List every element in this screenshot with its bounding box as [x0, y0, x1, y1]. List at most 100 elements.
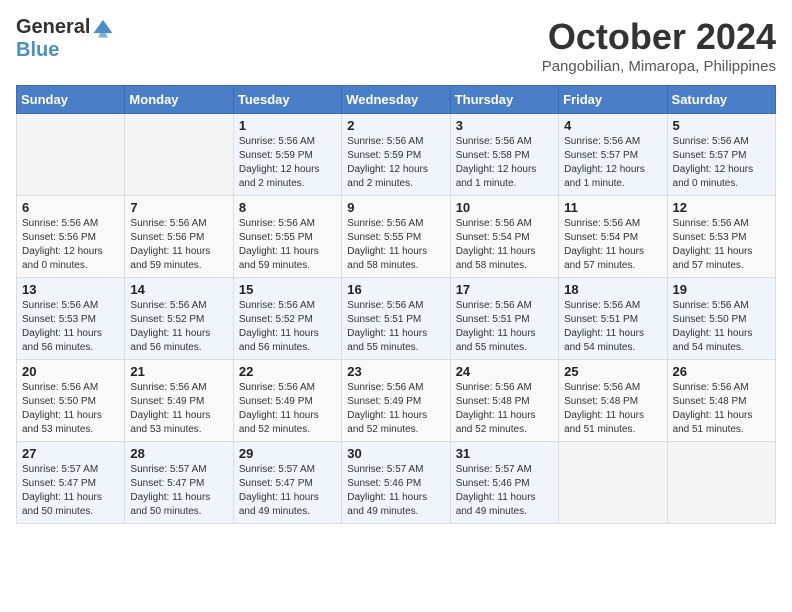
calendar-cell: 29 Sunrise: 5:57 AM Sunset: 5:47 PM Dayli… — [233, 442, 341, 524]
day-info: Sunrise: 5:57 AM Sunset: 5:47 PM Dayligh… — [130, 463, 227, 519]
day-number: 20 — [22, 364, 119, 379]
calendar-cell: 28 Sunrise: 5:57 AM Sunset: 5:47 PM Dayli… — [125, 442, 233, 524]
calendar-cell: 6 Sunrise: 5:56 AM Sunset: 5:56 PM Daylig… — [17, 196, 125, 278]
day-number: 30 — [347, 446, 444, 461]
day-number: 8 — [239, 200, 336, 215]
day-info: Sunrise: 5:56 AM Sunset: 5:55 PM Dayligh… — [347, 217, 444, 273]
day-info: Sunrise: 5:56 AM Sunset: 5:48 PM Dayligh… — [456, 381, 553, 437]
calendar-cell: 15Sunrise: 5:56 AM Sunset: 5:52 PM Dayli… — [233, 278, 341, 360]
day-info: Sunrise: 5:57 AM Sunset: 5:47 PM Dayligh… — [239, 463, 336, 519]
day-number: 3 — [456, 118, 553, 133]
day-info: Sunrise: 5:56 AM Sunset: 5:48 PM Dayligh… — [673, 381, 770, 437]
day-info: Sunrise: 5:56 AM Sunset: 5:59 PM Dayligh… — [239, 135, 336, 191]
calendar-cell: 16 Sunrise: 5:56 AM Sunset: 5:51 PM Dayli… — [342, 278, 450, 360]
day-number: 12 — [673, 200, 770, 215]
calendar-cell: 4 Sunrise: 5:56 AM Sunset: 5:57 PM Daylig… — [559, 114, 667, 196]
day-number: 16 — [347, 282, 444, 297]
day-info: Sunrise: 5:56 AM Sunset: 5:49 PM Dayligh… — [347, 381, 444, 437]
day-info: Sunrise: 5:56 AM Sunset: 5:57 PM Dayligh… — [673, 135, 770, 191]
calendar-cell: 19 Sunrise: 5:56 AM Sunset: 5:50 PM Dayli… — [667, 278, 775, 360]
calendar-cell: 30 Sunrise: 5:57 AM Sunset: 5:46 PM Dayli… — [342, 442, 450, 524]
day-number: 6 — [22, 200, 119, 215]
day-number: 9 — [347, 200, 444, 215]
day-number: 5 — [673, 118, 770, 133]
logo-general-text: General — [16, 16, 90, 39]
day-number: 4 — [564, 118, 661, 133]
calendar-cell — [559, 442, 667, 524]
day-number: 18 — [564, 282, 661, 297]
day-number: 2 — [347, 118, 444, 133]
day-info: Sunrise: 5:56 AM Sunset: 5:56 PM Dayligh… — [22, 217, 119, 273]
day-info: Sunrise: 5:56 AM Sunset: 5:57 PM Dayligh… — [564, 135, 661, 191]
calendar-table: SundayMondayTuesdayWednesdayThursdayFrid… — [16, 85, 776, 524]
column-header-thursday: Thursday — [450, 86, 558, 114]
calendar-cell: 18 Sunrise: 5:56 AM Sunset: 5:51 PM Dayli… — [559, 278, 667, 360]
calendar-cell: 24 Sunrise: 5:56 AM Sunset: 5:48 PM Dayli… — [450, 360, 558, 442]
column-header-tuesday: Tuesday — [233, 86, 341, 114]
day-info: Sunrise: 5:56 AM Sunset: 5:51 PM Dayligh… — [347, 299, 444, 355]
calendar-cell: 31 Sunrise: 5:57 AM Sunset: 5:46 PM Dayli… — [450, 442, 558, 524]
calendar-cell: 12 Sunrise: 5:56 AM Sunset: 5:53 PM Dayli… — [667, 196, 775, 278]
day-number: 11 — [564, 200, 661, 215]
header: General Blue October 2024 Pangobilian, M… — [16, 16, 776, 75]
calendar-cell — [17, 114, 125, 196]
calendar-cell: 13Sunrise: 5:56 AM Sunset: 5:53 PM Dayli… — [17, 278, 125, 360]
day-number: 23 — [347, 364, 444, 379]
calendar-cell: 9 Sunrise: 5:56 AM Sunset: 5:55 PM Daylig… — [342, 196, 450, 278]
calendar-cell — [125, 114, 233, 196]
day-number: 25 — [564, 364, 661, 379]
calendar-cell: 5 Sunrise: 5:56 AM Sunset: 5:57 PM Daylig… — [667, 114, 775, 196]
day-info: Sunrise: 5:56 AM Sunset: 5:52 PM Dayligh… — [130, 299, 227, 355]
day-info: Sunrise: 5:56 AM Sunset: 5:55 PM Dayligh… — [239, 217, 336, 273]
calendar-cell: 17 Sunrise: 5:56 AM Sunset: 5:51 PM Dayli… — [450, 278, 558, 360]
calendar-cell: 21Sunrise: 5:56 AM Sunset: 5:49 PM Dayli… — [125, 360, 233, 442]
day-info: Sunrise: 5:56 AM Sunset: 5:54 PM Dayligh… — [564, 217, 661, 273]
day-number: 19 — [673, 282, 770, 297]
logo: General Blue — [16, 16, 114, 62]
day-number: 10 — [456, 200, 553, 215]
day-info: Sunrise: 5:56 AM Sunset: 5:58 PM Dayligh… — [456, 135, 553, 191]
day-number: 22 — [239, 364, 336, 379]
day-info: Sunrise: 5:56 AM Sunset: 5:49 PM Dayligh… — [239, 381, 336, 437]
calendar-cell: 20 Sunrise: 5:56 AM Sunset: 5:50 PM Dayli… — [17, 360, 125, 442]
day-number: 24 — [456, 364, 553, 379]
day-number: 17 — [456, 282, 553, 297]
day-info: Sunrise: 5:56 AM Sunset: 5:51 PM Dayligh… — [456, 299, 553, 355]
column-header-monday: Monday — [125, 86, 233, 114]
day-info: Sunrise: 5:57 AM Sunset: 5:47 PM Dayligh… — [22, 463, 119, 519]
calendar-cell: 1 Sunrise: 5:56 AM Sunset: 5:59 PM Daylig… — [233, 114, 341, 196]
calendar-cell: 26Sunrise: 5:56 AM Sunset: 5:48 PM Dayli… — [667, 360, 775, 442]
day-info: Sunrise: 5:56 AM Sunset: 5:54 PM Dayligh… — [456, 217, 553, 273]
day-info: Sunrise: 5:56 AM Sunset: 5:52 PM Dayligh… — [239, 299, 336, 355]
calendar-cell: 3 Sunrise: 5:56 AM Sunset: 5:58 PM Daylig… — [450, 114, 558, 196]
calendar-cell: 7 Sunrise: 5:56 AM Sunset: 5:56 PM Daylig… — [125, 196, 233, 278]
day-number: 21 — [130, 364, 227, 379]
calendar-cell: 8 Sunrise: 5:56 AM Sunset: 5:55 PM Daylig… — [233, 196, 341, 278]
day-number: 28 — [130, 446, 227, 461]
calendar-cell: 2 Sunrise: 5:56 AM Sunset: 5:59 PM Daylig… — [342, 114, 450, 196]
day-info: Sunrise: 5:56 AM Sunset: 5:48 PM Dayligh… — [564, 381, 661, 437]
month-title: October 2024 — [542, 16, 776, 58]
day-info: Sunrise: 5:56 AM Sunset: 5:56 PM Dayligh… — [130, 217, 227, 273]
title-block: October 2024 Pangobilian, Mimaropa, Phil… — [542, 16, 776, 75]
day-number: 1 — [239, 118, 336, 133]
day-info: Sunrise: 5:56 AM Sunset: 5:53 PM Dayligh… — [22, 299, 119, 355]
day-info: Sunrise: 5:57 AM Sunset: 5:46 PM Dayligh… — [456, 463, 553, 519]
day-info: Sunrise: 5:56 AM Sunset: 5:50 PM Dayligh… — [673, 299, 770, 355]
day-info: Sunrise: 5:56 AM Sunset: 5:51 PM Dayligh… — [564, 299, 661, 355]
column-header-saturday: Saturday — [667, 86, 775, 114]
day-number: 31 — [456, 446, 553, 461]
location-subtitle: Pangobilian, Mimaropa, Philippines — [542, 58, 776, 75]
day-info: Sunrise: 5:56 AM Sunset: 5:59 PM Dayligh… — [347, 135, 444, 191]
column-header-wednesday: Wednesday — [342, 86, 450, 114]
day-number: 29 — [239, 446, 336, 461]
calendar-cell: 14Sunrise: 5:56 AM Sunset: 5:52 PM Dayli… — [125, 278, 233, 360]
day-info: Sunrise: 5:56 AM Sunset: 5:53 PM Dayligh… — [673, 217, 770, 273]
calendar-cell: 27Sunrise: 5:57 AM Sunset: 5:47 PM Dayli… — [17, 442, 125, 524]
day-info: Sunrise: 5:57 AM Sunset: 5:46 PM Dayligh… — [347, 463, 444, 519]
day-info: Sunrise: 5:56 AM Sunset: 5:50 PM Dayligh… — [22, 381, 119, 437]
calendar-cell — [667, 442, 775, 524]
calendar-cell: 11 Sunrise: 5:56 AM Sunset: 5:54 PM Dayli… — [559, 196, 667, 278]
day-number: 7 — [130, 200, 227, 215]
calendar-cell: 10 Sunrise: 5:56 AM Sunset: 5:54 PM Dayli… — [450, 196, 558, 278]
